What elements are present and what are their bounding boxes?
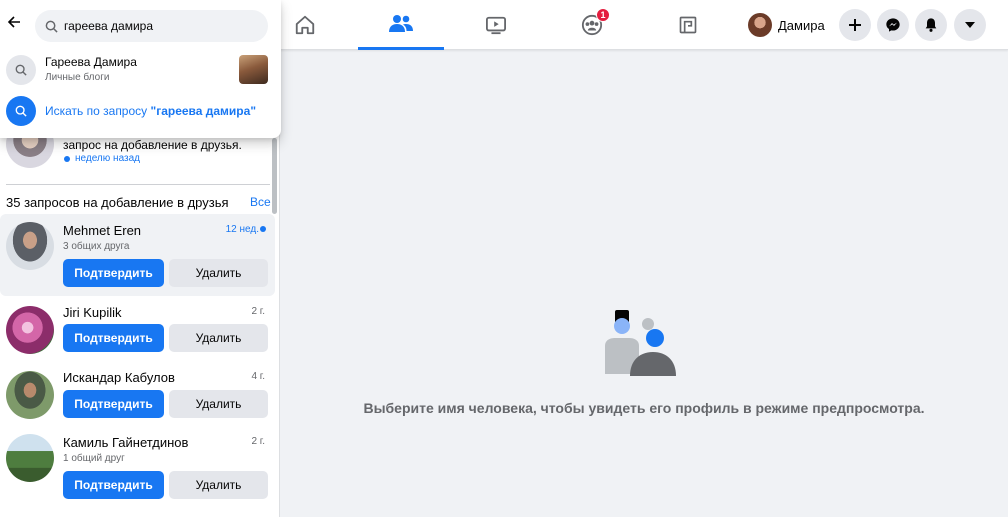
suggestion-thumbnail[interactable] <box>239 55 268 84</box>
delete-button[interactable]: Удалить <box>169 324 268 352</box>
search-icon <box>15 64 27 76</box>
search-dropdown: Гареева Дамира Личные блоги Искать по за… <box>0 0 281 138</box>
request-avatar <box>6 434 54 482</box>
search-icon <box>45 20 58 33</box>
friend-request-item[interactable]: Камиль Гайнетдинов 2 г. 1 общий друг Под… <box>0 430 275 510</box>
nav-tab-gaming[interactable] <box>645 0 731 50</box>
suggestion-search-icon-wrap <box>6 55 36 85</box>
profile-preview-illustration <box>605 310 676 376</box>
empty-state-text: Выберите имя человека, чтобы увидеть его… <box>363 400 925 416</box>
delete-button[interactable]: Удалить <box>169 471 268 499</box>
delete-button[interactable]: Удалить <box>169 390 268 418</box>
unread-dot <box>64 156 70 162</box>
request-time: 12 нед. <box>225 224 259 235</box>
profile-chip[interactable]: Дамира <box>748 9 833 41</box>
nav-tab-friends[interactable] <box>358 0 444 50</box>
search-input[interactable] <box>64 19 254 33</box>
avatar <box>748 13 772 37</box>
search-for-query: "гареева дамира" <box>150 104 257 118</box>
home-icon <box>295 15 315 35</box>
request-avatar <box>6 371 54 419</box>
search-for-prefix: Искать по запросу <box>45 104 151 118</box>
notification-time: неделю назад <box>75 153 140 164</box>
back-button[interactable] <box>4 12 24 32</box>
friend-requests-title: 35 запросов на добавление в друзья <box>6 195 229 210</box>
request-avatar <box>6 222 54 270</box>
groups-badge: 1 <box>596 8 610 22</box>
bell-icon <box>925 18 937 32</box>
request-time: 2 г. <box>251 306 265 317</box>
request-name[interactable]: Камиль Гайнетдинов <box>63 435 188 450</box>
search-box[interactable] <box>35 10 268 42</box>
watch-icon <box>486 16 506 35</box>
friend-request-item[interactable]: Mehmet Eren 12 нед. 3 общих друга Подтве… <box>0 214 275 296</box>
request-time: 4 г. <box>251 371 265 382</box>
plus-icon <box>849 19 861 31</box>
confirm-button[interactable]: Подтвердить <box>63 471 164 499</box>
request-name[interactable]: Mehmet Eren <box>63 223 141 238</box>
account-menu-button[interactable] <box>954 9 986 41</box>
request-time: 2 г. <box>251 436 265 447</box>
see-all-link[interactable]: Все <box>250 195 271 209</box>
friend-request-item[interactable]: Jiri Kupilik 2 г. Подтвердить Удалить <box>0 300 275 362</box>
search-query-icon-wrap[interactable] <box>6 96 36 126</box>
scrollbar[interactable] <box>272 138 277 214</box>
caret-down-icon <box>965 22 975 28</box>
nav-tab-watch[interactable] <box>453 0 539 50</box>
confirm-button[interactable]: Подтвердить <box>63 259 164 287</box>
confirm-button[interactable]: Подтвердить <box>63 324 164 352</box>
unread-dot <box>260 226 266 232</box>
friends-icon <box>389 14 413 32</box>
request-name[interactable]: Искандар Кабулов <box>63 370 175 385</box>
friend-request-item[interactable]: Искандар Кабулов 4 г. Подтвердить Удалит… <box>0 365 275 427</box>
suggestion-title[interactable]: Гареева Дамира <box>45 55 137 69</box>
search-icon <box>15 105 27 117</box>
suggestion-subtitle: Личные блоги <box>45 72 110 83</box>
arrow-left-icon <box>7 16 20 28</box>
search-for-query-link[interactable]: Искать по запросу "гареева дамира" <box>45 104 256 118</box>
notification-text: запрос на добавление в друзья. <box>63 138 242 152</box>
notifications-button[interactable] <box>915 9 947 41</box>
mutual-friends[interactable]: 3 общих друга <box>63 241 130 252</box>
delete-button[interactable]: Удалить <box>169 259 268 287</box>
create-button[interactable] <box>839 9 871 41</box>
messenger-icon <box>886 18 900 32</box>
profile-name: Дамира <box>778 17 825 33</box>
messenger-button[interactable] <box>877 9 909 41</box>
divider <box>6 184 270 185</box>
request-avatar <box>6 306 54 354</box>
mutual-friends[interactable]: 1 общий друг <box>63 453 125 464</box>
gaming-icon <box>679 16 697 34</box>
nav-tab-groups[interactable]: 1 <box>549 0 635 50</box>
request-name[interactable]: Jiri Kupilik <box>63 305 122 320</box>
confirm-button[interactable]: Подтвердить <box>63 390 164 418</box>
